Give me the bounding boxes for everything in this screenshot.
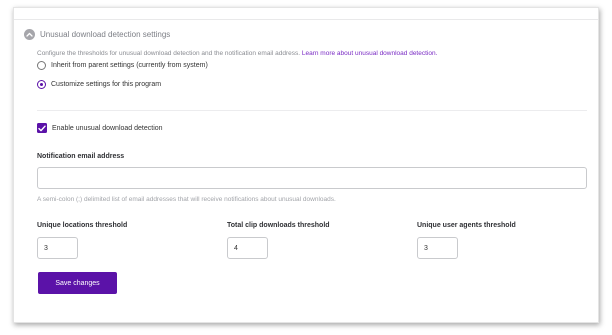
unique-user-agents-label: Unique user agents threshold [417, 222, 516, 229]
total-clip-downloads-label: Total clip downloads threshold [227, 222, 330, 229]
radio-customize-row[interactable]: Customize settings for this program [37, 80, 161, 89]
radio-inherit-row[interactable]: Inherit from parent settings (currently … [37, 61, 208, 70]
section-title: Unusual download detection settings [40, 30, 171, 39]
enable-detection-row[interactable]: Enable unusual download detection [37, 123, 163, 133]
save-button[interactable]: Save changes [38, 272, 117, 294]
enable-detection-checkbox[interactable] [37, 123, 47, 133]
unique-locations-input[interactable]: 3 [37, 237, 78, 259]
section-description: Configure the thresholds for unusual dow… [37, 50, 437, 57]
email-field[interactable] [37, 167, 587, 189]
enable-detection-label: Enable unusual download detection [52, 124, 163, 132]
email-hint: A semi-colon (;) delimited list of email… [37, 196, 336, 203]
chevron-up-icon[interactable] [24, 29, 35, 40]
top-divider [14, 19, 598, 20]
description-text: Configure the thresholds for unusual dow… [37, 50, 301, 57]
total-clip-downloads-input[interactable]: 4 [227, 237, 268, 259]
section-header[interactable]: Unusual download detection settings [24, 29, 170, 40]
radio-customize[interactable] [37, 80, 46, 89]
section-divider [37, 110, 587, 111]
radio-inherit[interactable] [37, 61, 46, 70]
radio-customize-label: Customize settings for this program [51, 81, 162, 88]
checkmark-icon [38, 125, 46, 131]
unique-user-agents-input[interactable]: 3 [417, 237, 458, 259]
email-label: Notification email address [37, 153, 125, 160]
learn-more-link[interactable]: Learn more about unusual download detect… [302, 50, 438, 57]
unique-locations-label: Unique locations threshold [37, 222, 128, 229]
radio-inherit-label: Inherit from parent settings (currently … [51, 62, 208, 69]
settings-card: Unusual download detection settings Conf… [13, 7, 599, 323]
